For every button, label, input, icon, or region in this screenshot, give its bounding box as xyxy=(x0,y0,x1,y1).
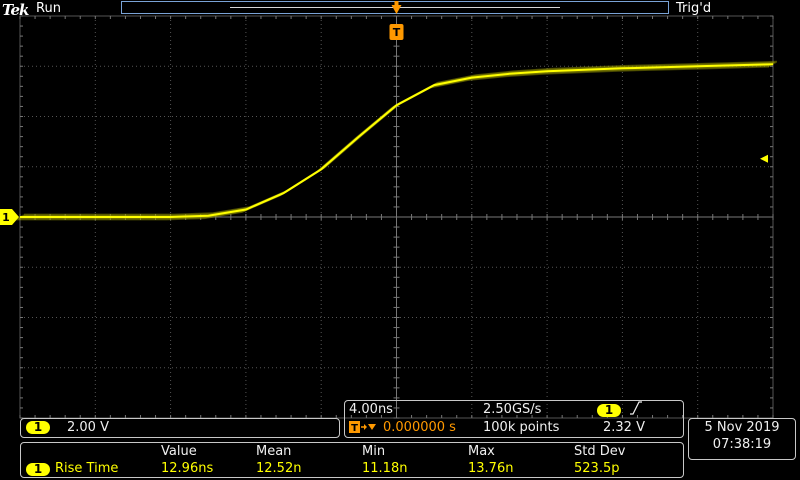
date-time-readout: 5 Nov 2019 07:38:19 xyxy=(688,418,796,460)
measurement-name: Rise Time xyxy=(55,461,119,476)
header-std-dev: Std Dev xyxy=(574,444,626,459)
horizontal-trigger-readout[interactable]: 4.00ns 2.50GS/s 1 T 0.000000 s 100k poin… xyxy=(344,400,684,438)
trigger-position-label: T xyxy=(351,423,358,434)
measurement-channel-badge: 1 xyxy=(26,463,50,476)
rising-edge-icon xyxy=(629,401,643,419)
header-mean: Mean xyxy=(256,444,292,459)
measurement-min: 11.18n xyxy=(362,461,408,476)
measurement-mean: 12.52n xyxy=(256,461,302,476)
oscilloscope-screen: Tek Run Trig'd 1T 1 2.00 V 4.00ns 2.50GS… xyxy=(0,0,800,480)
trigger-level-marker xyxy=(760,154,768,163)
header-min: Min xyxy=(362,444,386,459)
measurement-std-dev: 523.5p xyxy=(574,461,620,476)
header-max: Max xyxy=(468,444,495,459)
trigger-position: 0.000000 s xyxy=(383,420,456,435)
measurement-value: 12.96ns xyxy=(161,461,214,476)
channel-1-scale-readout[interactable]: 1 2.00 V xyxy=(20,418,340,438)
time: 07:38:19 xyxy=(712,437,772,452)
markers: 1T xyxy=(0,1,768,225)
measurement-max: 13.76n xyxy=(468,461,514,476)
time-per-div: 4.00ns xyxy=(349,402,393,417)
trigger-marker-label: T xyxy=(393,26,401,39)
trigger-level: 2.32 V xyxy=(603,420,645,435)
measurement-table[interactable]: Value Mean Min Max Std Dev 1 Rise Time 1… xyxy=(20,442,684,478)
waveform-persistence xyxy=(24,60,778,216)
waveform-persistence xyxy=(19,63,773,219)
channel-1-marker-label: 1 xyxy=(2,211,10,224)
trigger-position-arrow xyxy=(391,5,402,14)
trigger-source-badge: 1 xyxy=(597,404,621,417)
trigger-position-icon: T xyxy=(349,420,377,438)
sample-rate: 2.50GS/s xyxy=(483,402,542,417)
header-value: Value xyxy=(161,444,197,459)
trigger-position-stem xyxy=(394,1,399,6)
waveform-persistence xyxy=(16,65,770,221)
waveform-persistence xyxy=(22,61,776,217)
waveform-persistence xyxy=(17,64,771,220)
channel-1-badge: 1 xyxy=(26,421,50,434)
date: 5 Nov 2019 xyxy=(704,420,780,435)
record-length: 100k points xyxy=(483,420,560,435)
vertical-scale-value: 2.00 V xyxy=(67,420,109,435)
